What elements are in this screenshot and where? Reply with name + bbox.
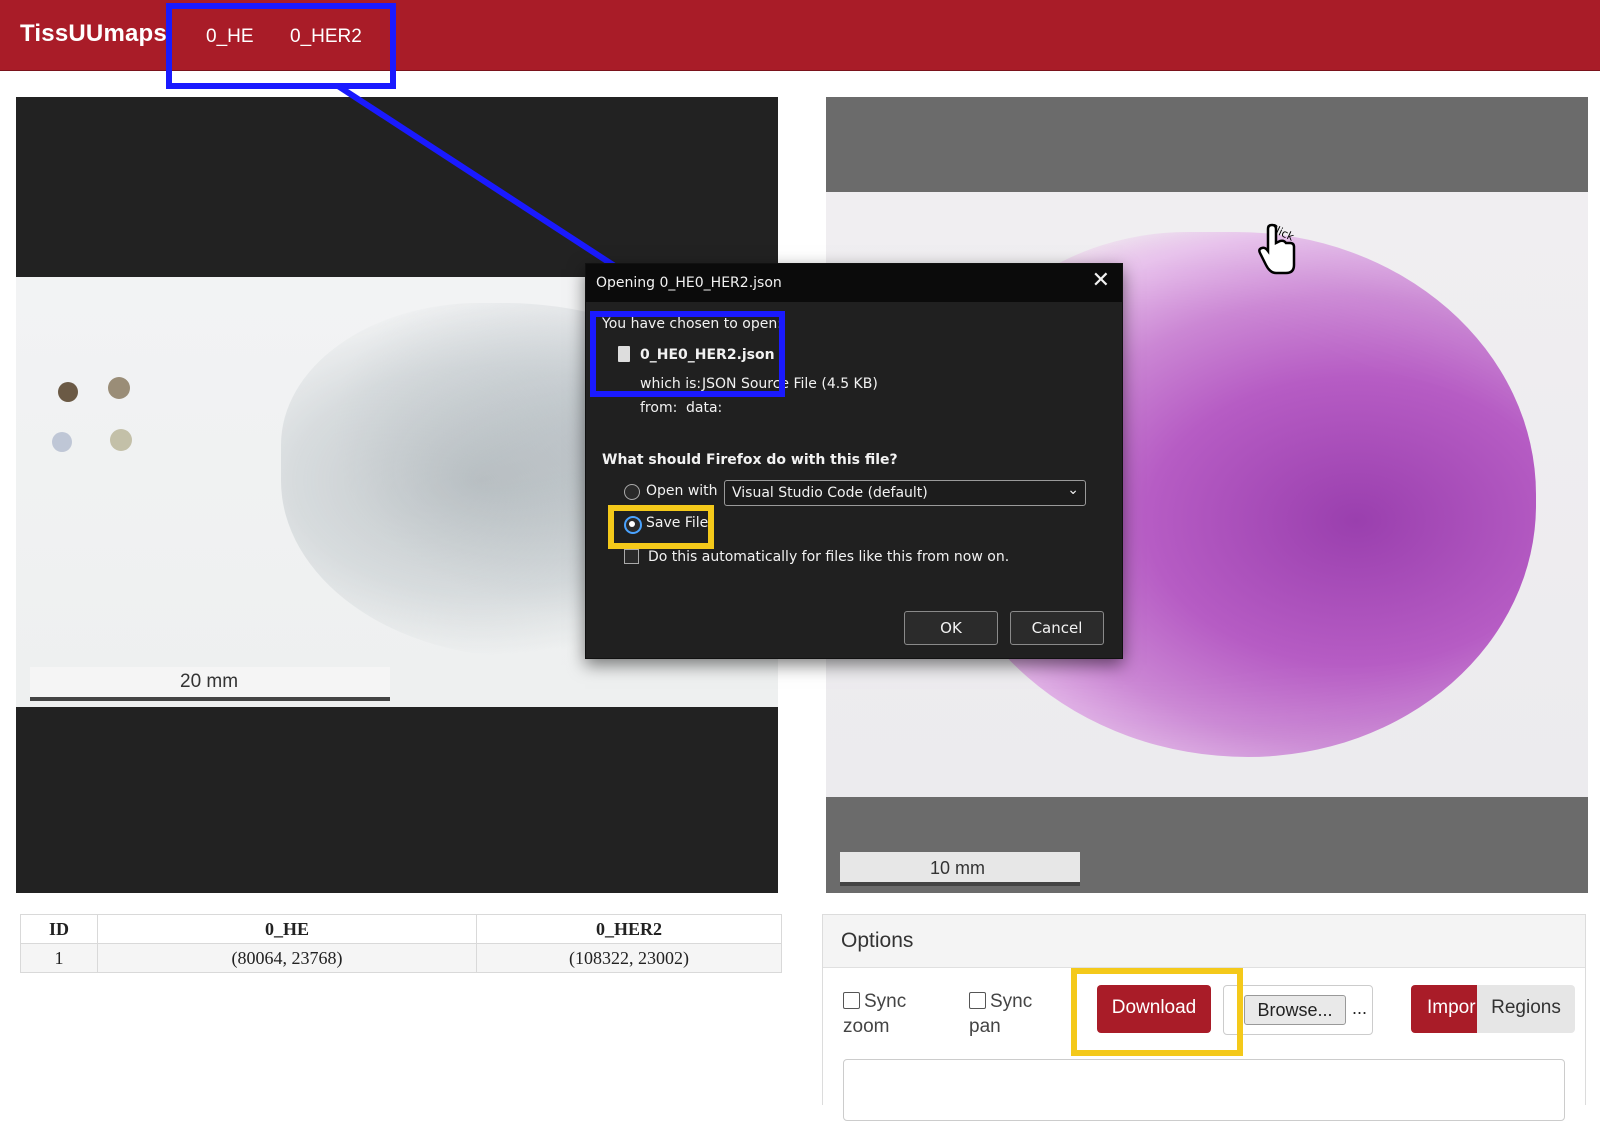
auto-action-label[interactable]: Do this automatically for files like thi… [648,549,1009,565]
chevron-down-icon: ⌄ [1067,482,1079,498]
from-label: from: [640,400,678,416]
column-header-0-her2: 0_HER2 [476,914,782,944]
brand-logo[interactable]: TissUUmaps [20,20,167,48]
cell-id: 1 [20,943,98,973]
file-icon [618,346,630,362]
from-value: data: [686,400,723,416]
scale-bar-label: 10 mm [930,858,986,878]
open-with-app-value: Visual Studio Code (default) [732,485,928,501]
nav-link-0-he[interactable]: 0_HE [206,26,254,48]
sync-zoom-label-2: zoom [843,1016,890,1037]
which-is-label: which is: [640,376,702,392]
click-hand-icon: Click [1256,207,1316,277]
dialog-title: Opening 0_HE0_HER2.json [596,275,782,291]
download-dialog: Opening 0_HE0_HER2.json ✕ You have chose… [585,263,1123,659]
table-row[interactable]: 1 (80064, 23768) (108322, 23002) [20,943,782,973]
sync-pan-label-2: pan [969,1016,1001,1037]
column-header-0-he: 0_HE [97,914,477,944]
save-file-radio[interactable] [624,516,642,534]
browse-button[interactable]: Browse... [1244,995,1346,1025]
open-with-radio[interactable] [624,484,640,500]
cell-0-he: (80064, 23768) [97,943,477,973]
scale-bar-label: 20 mm [180,671,239,692]
sync-zoom-checkbox[interactable]: Sync zoom [843,989,906,1039]
file-input-status: ... [1352,998,1368,1018]
ok-button[interactable]: OK [904,611,998,645]
column-header-id: ID [20,914,98,944]
open-with-app-select[interactable]: Visual Studio Code (default) ⌄ [724,480,1086,506]
file-name: 0_HE0_HER2.json [640,347,775,363]
download-button[interactable]: Download [1097,985,1211,1033]
nav-link-0-her2[interactable]: 0_HER2 [290,26,362,48]
close-icon[interactable]: ✕ [1092,270,1110,292]
cell-0-her2: (108322, 23002) [476,943,782,973]
regions-button[interactable]: Regions [1477,985,1575,1033]
scale-bar: 20 mm [30,667,390,701]
options-title: Options [823,915,1585,968]
action-question: What should Firefox do with this file? [602,452,898,468]
landmark-table: ID 0_HE 0_HER2 1 (80064, 23768) (108322,… [20,914,782,973]
import-button[interactable]: Impor [1411,985,1477,1033]
file-input[interactable]: Browse... ... [1223,985,1373,1035]
control-spot [52,432,72,452]
checkbox-icon[interactable] [843,992,860,1009]
chosen-label: You have chosen to open: [602,316,782,332]
table-header-row: ID 0_HE 0_HER2 [20,914,782,944]
auto-action-checkbox[interactable] [624,549,639,564]
options-panel: Options Sync zoom Sync pan Download Brow… [822,914,1586,1121]
checkbox-icon[interactable] [969,992,986,1009]
file-type: JSON Source File (4.5 KB) [702,376,878,392]
options-text-area[interactable] [843,1059,1565,1121]
sync-pan-checkbox[interactable]: Sync pan [969,989,1032,1039]
sync-pan-label-1: Sync [990,991,1033,1012]
save-file-label[interactable]: Save File [646,515,708,531]
control-spot [110,429,132,451]
control-spot [108,377,130,399]
open-with-label[interactable]: Open with [646,483,718,499]
scale-bar: 10 mm [840,852,1080,886]
top-navbar: TissUUmaps 0_HE 0_HER2 [0,0,1600,71]
dialog-titlebar: Opening 0_HE0_HER2.json ✕ [586,264,1122,302]
cancel-button[interactable]: Cancel [1010,611,1104,645]
sync-zoom-label-1: Sync [864,991,907,1012]
control-spot [58,382,78,402]
